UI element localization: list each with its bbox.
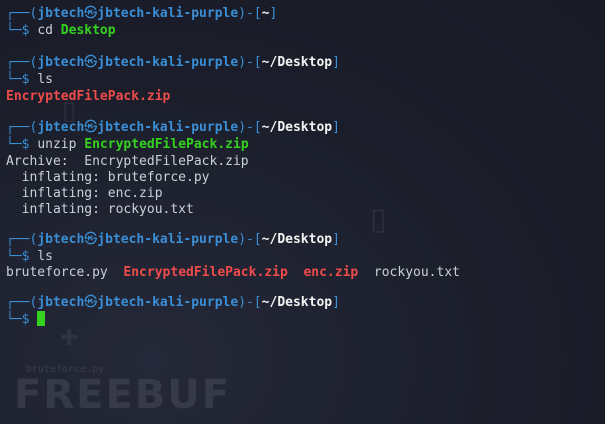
file-name: EncryptedFilePack.zip (123, 265, 288, 280)
prompt-user: jbtech (37, 295, 85, 310)
prompt-host: jbtech-kali-purple (97, 232, 239, 247)
prompt-host: jbtech-kali-purple (97, 6, 239, 21)
command-line: └─$ unzip EncryptedFilePack.zip (6, 137, 249, 152)
prompt-header: ┌──(jbtech㉿jbtech-kali-purple)-[~/Deskto… (6, 55, 340, 70)
prompt-host: jbtech-kali-purple (97, 55, 239, 70)
prompt-user: jbtech (37, 6, 85, 21)
prompt-user: jbtech (37, 232, 85, 247)
file-name: rockyou.txt (373, 265, 460, 280)
output-line: EncryptedFilePack.zip (6, 89, 171, 104)
prompt-header: ┌──(jbtech㉿jbtech-kali-purple)-[~/Deskto… (6, 295, 340, 310)
command: unzip (37, 137, 77, 152)
output-line: inflating: enc.zip (6, 186, 163, 201)
prompt-header: ┌──(jbtech㉿jbtech-kali-purple)-[~/Deskto… (6, 120, 340, 135)
output-line: inflating: rockyou.txt (6, 202, 194, 217)
prompt-path: ~/Desktop (261, 232, 333, 247)
kali-skull-icon: ㉿ (84, 120, 98, 135)
prompt-path: ~ (261, 6, 270, 21)
command-line: └─$ ls (6, 249, 53, 264)
freebuf-watermark: FREEBUF (14, 372, 232, 418)
background-file-icon: ✚ (60, 326, 79, 351)
prompt-host: jbtech-kali-purple (97, 120, 239, 135)
command-line: └─$ cd Desktop (6, 23, 116, 38)
output-line: Archive: EncryptedFilePack.zip (6, 154, 249, 169)
ls-output-line: bruteforce.py EncryptedFilePack.zip enc.… (6, 264, 460, 281)
prompt-user: jbtech (37, 120, 85, 135)
command: ls (37, 72, 53, 87)
command-argument: EncryptedFilePack.zip (84, 137, 249, 152)
file-name: enc.zip (303, 265, 359, 280)
active-command-line[interactable]: └─$ (6, 311, 46, 328)
text-cursor (37, 311, 46, 326)
prompt-path: ~/Desktop (261, 295, 333, 310)
prompt-header: ┌──(jbtech㉿jbtech-kali-purple)-[~/Deskto… (6, 232, 340, 247)
file-name: bruteforce.py (6, 265, 108, 280)
output-line: inflating: bruteforce.py (6, 170, 210, 185)
command: cd (37, 23, 53, 38)
terminal-window[interactable]: ▯ ▯ ✚ bruteforce.py FREEBUF ┌──(jbtech㉿j… (0, 0, 605, 424)
kali-skull-icon: ㉿ (84, 295, 98, 310)
kali-skull-icon: ㉿ (84, 6, 98, 21)
prompt-user: jbtech (37, 55, 85, 70)
kali-skull-icon: ㉿ (84, 232, 98, 247)
kali-skull-icon: ㉿ (84, 55, 98, 70)
background-file-icon: ▯ (370, 202, 387, 237)
command: ls (37, 249, 53, 264)
prompt-host: jbtech-kali-purple (97, 295, 239, 310)
command-line: └─$ ls (6, 72, 53, 87)
prompt-path: ~/Desktop (261, 120, 333, 135)
prompt-path: ~/Desktop (261, 55, 333, 70)
command-argument: Desktop (60, 23, 116, 38)
prompt-header: ┌──(jbtech㉿jbtech-kali-purple)-[~] (6, 6, 278, 21)
